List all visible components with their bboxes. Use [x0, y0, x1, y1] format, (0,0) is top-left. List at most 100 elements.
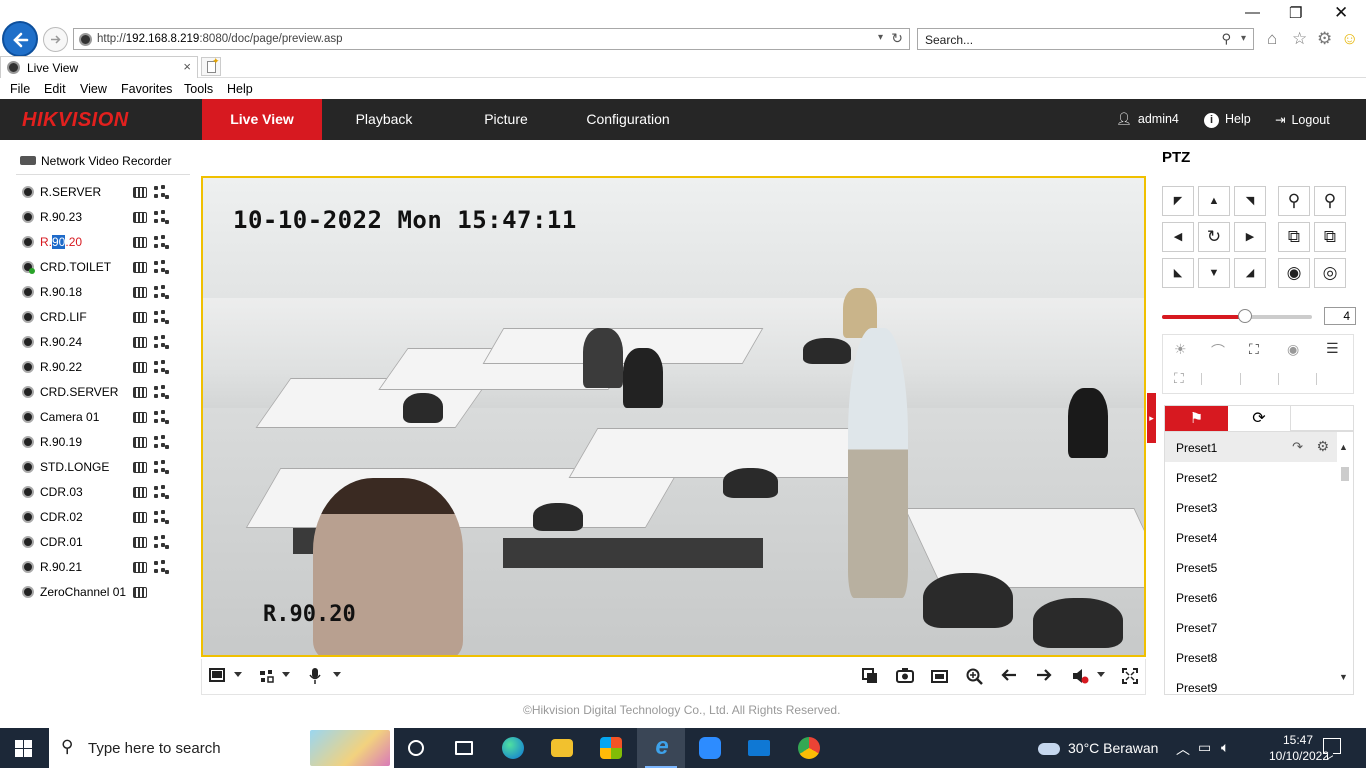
camera-list-item[interactable]: CDR.02: [20, 505, 180, 530]
window-restore-button[interactable]: ❐: [1289, 4, 1302, 22]
weather-widget[interactable]: 30°C Berawan: [1038, 740, 1158, 756]
start-preview-icon[interactable]: [133, 537, 147, 548]
stream-select-icon[interactable]: [154, 510, 170, 525]
camera-list-item[interactable]: R.90.20: [20, 230, 180, 255]
file-explorer-icon[interactable]: [538, 728, 586, 768]
mail-app-icon[interactable]: [735, 728, 783, 768]
camera-list-item[interactable]: R.90.23: [20, 205, 180, 230]
preset-settings-gear-icon[interactable]: ⚙: [1316, 438, 1329, 455]
tab-close-icon[interactable]: ×: [183, 59, 191, 74]
nav-live-view[interactable]: Live View: [202, 99, 322, 140]
tab-patrol[interactable]: ⟳: [1228, 406, 1291, 431]
camera-list-item[interactable]: R.90.18: [20, 280, 180, 305]
start-preview-icon[interactable]: [133, 187, 147, 198]
ptz-down-right-button[interactable]: ◢: [1234, 258, 1266, 288]
notification-center-icon[interactable]: [1323, 738, 1341, 754]
start-preview-icon[interactable]: [133, 562, 147, 573]
ptz-speed-slider-knob[interactable]: [1237, 309, 1252, 323]
home-icon[interactable]: ⌂: [1267, 29, 1277, 49]
menu-edit[interactable]: Edit: [44, 82, 66, 96]
scroll-thumb[interactable]: [1341, 467, 1349, 481]
focus-near-icon[interactable]: ⧉: [1278, 222, 1310, 252]
iris-close-icon[interactable]: ◎: [1314, 258, 1346, 288]
preset-item[interactable]: Preset4: [1165, 522, 1337, 552]
camera-list-item[interactable]: CDR.03: [20, 480, 180, 505]
stream-select-icon[interactable]: [154, 385, 170, 400]
focus-far-icon[interactable]: ⧉: [1314, 222, 1346, 252]
stream-select-icon[interactable]: [154, 460, 170, 475]
zoom-in-icon[interactable]: ⚲: [1314, 186, 1346, 216]
taskbar-search-box[interactable]: ⚲ Type here to search: [49, 728, 394, 768]
iris-open-icon[interactable]: ◉: [1278, 258, 1310, 288]
preset-item[interactable]: Preset5: [1165, 552, 1337, 582]
stream-select-icon[interactable]: [154, 360, 170, 375]
camera-list-item[interactable]: R.90.22: [20, 355, 180, 380]
stream-select-icon[interactable]: [154, 335, 170, 350]
previous-page-icon[interactable]: [1001, 668, 1017, 686]
ptz-collapse-toggle[interactable]: ▸: [1147, 393, 1156, 443]
logout-link[interactable]: ⇥ Logout: [1275, 112, 1330, 127]
digital-zoom-icon[interactable]: [966, 668, 983, 686]
tray-overflow-chevron-icon[interactable]: ︿: [1176, 739, 1190, 759]
camera-list-item[interactable]: ZeroChannel 01: [20, 580, 180, 605]
zoom-app-icon[interactable]: [686, 728, 734, 768]
search-dropdown-icon[interactable]: ▾: [1241, 33, 1246, 44]
preset-item[interactable]: Preset6: [1165, 582, 1337, 612]
address-dropdown-icon[interactable]: ▾: [878, 32, 883, 43]
nvr-root[interactable]: Network Video Recorder: [20, 154, 172, 168]
zoom-out-icon[interactable]: ⚲: [1278, 186, 1310, 216]
wiper-icon[interactable]: ⌒: [1211, 341, 1225, 361]
new-tab-button[interactable]: ✦: [201, 56, 221, 76]
tab-preset[interactable]: ⚑: [1165, 406, 1228, 431]
camera-list-item[interactable]: CDR.01: [20, 530, 180, 555]
ptz-speed-slider[interactable]: [1162, 309, 1312, 323]
task-view-icon[interactable]: [440, 728, 488, 768]
stream-select-icon[interactable]: [154, 210, 170, 225]
volume-icon[interactable]: 🔈︎: [1221, 739, 1229, 756]
stream-select-icon[interactable]: [154, 285, 170, 300]
speaker-muted-icon[interactable]: [1072, 668, 1090, 686]
ptz-up-button[interactable]: ▲: [1198, 186, 1230, 216]
menu-favorites[interactable]: Favorites: [121, 82, 172, 96]
start-preview-icon[interactable]: [133, 337, 147, 348]
camera-list-item[interactable]: R.90.24: [20, 330, 180, 355]
stream-select-icon[interactable]: [154, 560, 170, 575]
capture-camera-icon[interactable]: [896, 668, 914, 686]
task-view-button[interactable]: [392, 728, 440, 768]
network-icon[interactable]: ▭: [1198, 739, 1211, 756]
stream-dropdown-caret[interactable]: [282, 672, 290, 677]
ptz-down-left-button[interactable]: ◣: [1162, 258, 1194, 288]
search-icon[interactable]: ⚲: [1221, 31, 1231, 47]
microsoft-store-icon[interactable]: [587, 728, 635, 768]
clock-time[interactable]: 15:47: [1276, 733, 1320, 747]
window-minimize-button[interactable]: —: [1245, 4, 1260, 21]
edge-app-icon[interactable]: [489, 728, 537, 768]
preset-item[interactable]: Preset2: [1165, 462, 1337, 492]
start-preview-icon[interactable]: [133, 587, 147, 598]
favorites-star-icon[interactable]: ☆: [1292, 29, 1307, 49]
start-preview-icon[interactable]: [133, 487, 147, 498]
chrome-app-icon[interactable]: [785, 728, 833, 768]
browser-tab-live-view[interactable]: Live View ×: [0, 56, 198, 78]
light-icon[interactable]: ☀: [1174, 341, 1187, 358]
refresh-icon[interactable]: ↻: [891, 30, 903, 47]
live-video-window[interactable]: 10-10-2022 Mon 15:47:11 R.90.20: [201, 176, 1146, 657]
nav-playback[interactable]: Playback: [323, 99, 445, 140]
menu-view[interactable]: View: [80, 82, 107, 96]
browser-search-input[interactable]: Search... ⚲ ▾: [917, 28, 1254, 50]
menu-tools[interactable]: Tools: [184, 82, 213, 96]
record-clip-icon[interactable]: [931, 668, 948, 686]
lens-init-icon[interactable]: ◉: [1287, 341, 1299, 358]
start-preview-icon[interactable]: [133, 412, 147, 423]
start-preview-icon[interactable]: [133, 312, 147, 323]
stream-select-icon[interactable]: [154, 235, 170, 250]
internet-explorer-icon[interactable]: e: [637, 728, 685, 768]
manual-tracking-icon[interactable]: ⛶: [1174, 370, 1184, 387]
back-button[interactable]: [2, 21, 38, 57]
preset-item[interactable]: Preset9: [1165, 672, 1337, 694]
start-preview-icon[interactable]: [133, 287, 147, 298]
preset-item[interactable]: Preset3: [1165, 492, 1337, 522]
preset-scrollbar[interactable]: ▲ ▼: [1337, 432, 1351, 694]
ptz-speed-value[interactable]: 4: [1324, 307, 1356, 325]
camera-list-item[interactable]: CRD.SERVER: [20, 380, 180, 405]
